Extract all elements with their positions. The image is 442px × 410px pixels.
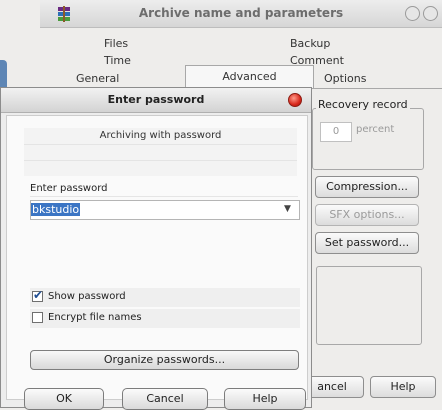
enter-password-label: Enter password [30, 183, 108, 194]
password-dialog-title: Enter password [107, 93, 205, 106]
close-icon[interactable] [288, 93, 302, 107]
checkmark-icon: ✔ [33, 288, 44, 302]
sfx-options-button[interactable]: SFX options... [315, 204, 419, 226]
archive-dialog-title: Archive name and parameters [138, 6, 344, 20]
info-text: Archiving with password [99, 130, 222, 141]
chevron-down-icon[interactable]: ▼ [284, 204, 291, 214]
recovery-record-label: Recovery record [316, 98, 410, 111]
minimize-icon[interactable] [405, 6, 420, 21]
set-password-button[interactable]: Set password... [315, 232, 419, 254]
tab-general[interactable]: General [76, 72, 119, 85]
archive-help-button[interactable]: Help [370, 376, 436, 398]
recovery-record-input[interactable]: 0 [320, 122, 352, 142]
password-value: bkstudio [31, 203, 81, 216]
divider [30, 196, 298, 197]
password-dialog-titlebar: Enter password [1, 88, 311, 113]
ok-button[interactable]: OK [24, 388, 104, 410]
cancel-button[interactable]: Cancel [122, 388, 208, 410]
maximize-icon[interactable] [423, 6, 438, 21]
divider [24, 160, 297, 161]
checkbox-box [32, 312, 43, 323]
checkbox-box: ✔ [32, 288, 44, 302]
recovery-record-unit: percent [356, 124, 395, 135]
organize-passwords-button[interactable]: Organize passwords... [30, 350, 299, 370]
window-controls [402, 6, 438, 24]
tab-files[interactable]: Files [104, 37, 128, 50]
help-button[interactable]: Help [224, 388, 306, 410]
tab-advanced[interactable]: Advanced [185, 65, 314, 88]
options-panel [316, 266, 422, 345]
show-password-checkbox[interactable]: ✔ Show password [30, 288, 300, 307]
tab-options[interactable]: Options [324, 72, 366, 85]
tab-backup[interactable]: Backup [290, 37, 330, 50]
show-password-label: Show password [48, 291, 126, 302]
encrypt-file-names-checkbox[interactable]: Encrypt file names [30, 309, 300, 328]
encrypt-file-names-label: Encrypt file names [48, 312, 142, 323]
archive-dialog-titlebar: Archive name and parameters [40, 0, 442, 28]
divider [24, 144, 297, 145]
compression-button[interactable]: Compression... [315, 176, 419, 198]
